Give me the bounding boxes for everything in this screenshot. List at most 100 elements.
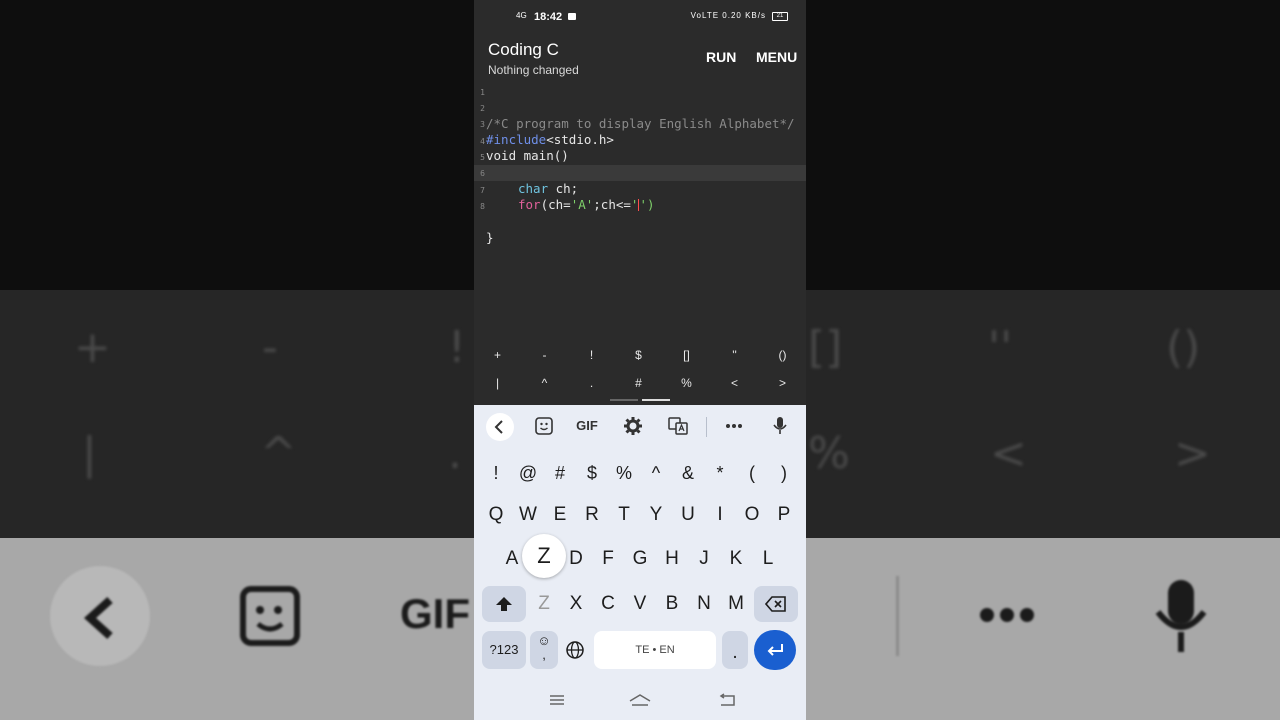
- key[interactable]: O: [736, 497, 768, 533]
- line-number: 1: [480, 88, 485, 97]
- key[interactable]: Y: [640, 497, 672, 533]
- code-line-current: 6 for(ch='A';ch<=''): [474, 165, 806, 212]
- code-line: 8 }: [474, 198, 806, 245]
- key[interactable]: I: [704, 497, 736, 533]
- shift-key[interactable]: [482, 586, 526, 622]
- more-button[interactable]: [719, 415, 749, 437]
- key[interactable]: X: [560, 586, 592, 622]
- symbol-key[interactable]: []: [663, 348, 710, 362]
- symbol-key[interactable]: %: [663, 376, 710, 390]
- line-number: 6: [480, 169, 485, 178]
- code-text: }: [486, 230, 494, 245]
- gif-button[interactable]: GIF: [572, 418, 602, 440]
- bg-symbol: .: [448, 428, 462, 479]
- navigation-bar: [474, 685, 806, 720]
- bg-symbol: '': [988, 322, 1013, 373]
- symbol-key[interactable]: |: [474, 376, 521, 390]
- app-bar: Coding C Nothing changed RUN MENU: [474, 34, 806, 82]
- voice-input-button[interactable]: [765, 415, 795, 437]
- key[interactable]: C: [592, 586, 624, 622]
- translate-button[interactable]: [663, 415, 693, 437]
- symbol-key[interactable]: '': [711, 348, 758, 362]
- key[interactable]: E: [544, 497, 576, 533]
- code-line: 5 char ch;: [474, 149, 806, 196]
- code-line: 3 void main(): [474, 116, 806, 163]
- key[interactable]: (: [736, 455, 768, 491]
- keyboard-back-button[interactable]: [486, 413, 514, 441]
- globe-icon: [566, 641, 584, 659]
- enter-key[interactable]: [754, 630, 796, 670]
- bg-symbol: +: [74, 322, 111, 373]
- home-button[interactable]: [628, 693, 652, 712]
- symbol-key[interactable]: !: [568, 348, 615, 362]
- bg-sticker-icon: [240, 586, 300, 646]
- line-number: 4: [480, 137, 485, 146]
- page-indicator: [610, 399, 638, 401]
- key[interactable]: H: [656, 541, 688, 577]
- key[interactable]: ^: [640, 455, 672, 491]
- back-button[interactable]: [718, 693, 736, 712]
- bg-symbol: %: [808, 428, 850, 479]
- key[interactable]: Z: [528, 586, 560, 622]
- gear-icon: [624, 417, 642, 435]
- symbol-key[interactable]: $: [615, 348, 662, 362]
- key[interactable]: J: [688, 541, 720, 577]
- symbols-key[interactable]: ?123: [482, 631, 526, 669]
- key[interactable]: V: [624, 586, 656, 622]
- symbol-key[interactable]: ^: [521, 376, 568, 390]
- language-key[interactable]: [560, 631, 590, 669]
- menu-button[interactable]: MENU: [756, 49, 797, 65]
- key[interactable]: B: [656, 586, 688, 622]
- key[interactable]: P: [768, 497, 800, 533]
- key[interactable]: R: [576, 497, 608, 533]
- period-key[interactable]: .: [722, 631, 748, 669]
- symbol-key[interactable]: -: [521, 348, 568, 362]
- line-number: 2: [480, 104, 485, 113]
- recents-button[interactable]: [548, 693, 566, 712]
- key[interactable]: !: [480, 455, 512, 491]
- key[interactable]: @: [512, 455, 544, 491]
- key[interactable]: F: [592, 541, 624, 577]
- bg-chevron-left-icon: [84, 597, 113, 639]
- key[interactable]: *: [704, 455, 736, 491]
- backspace-key[interactable]: [754, 586, 798, 622]
- recording-icon: [568, 13, 576, 20]
- emoji-comma-key[interactable]: ☺ ,: [530, 631, 558, 669]
- symbol-key[interactable]: >: [759, 376, 806, 390]
- settings-button[interactable]: [618, 415, 648, 437]
- run-button[interactable]: RUN: [706, 49, 736, 65]
- symbol-key[interactable]: +: [474, 348, 521, 362]
- key[interactable]: M: [720, 586, 752, 622]
- key[interactable]: W: [512, 497, 544, 533]
- space-bar[interactable]: TE • EN: [594, 631, 716, 669]
- code-editor[interactable]: 1 /*C program to display English Alphabe…: [474, 84, 806, 340]
- shift-icon: [496, 596, 512, 611]
- key[interactable]: $: [576, 455, 608, 491]
- key[interactable]: %: [608, 455, 640, 491]
- key[interactable]: K: [720, 541, 752, 577]
- symbol-key[interactable]: #: [615, 376, 662, 390]
- app-subtitle: Nothing changed: [488, 63, 579, 77]
- bg-symbol: ^: [260, 428, 297, 479]
- key[interactable]: #: [544, 455, 576, 491]
- key[interactable]: G: [624, 541, 656, 577]
- key[interactable]: L: [752, 541, 784, 577]
- symbol-key[interactable]: (): [759, 348, 806, 362]
- symbol-bar-row-1: + - ! $ [] '' (): [474, 348, 806, 374]
- key[interactable]: &: [672, 455, 704, 491]
- key[interactable]: U: [672, 497, 704, 533]
- symbol-key[interactable]: <: [711, 376, 758, 390]
- chevron-left-icon: [494, 420, 503, 434]
- back-icon: [719, 693, 735, 706]
- network-indicator: 4G: [516, 11, 527, 20]
- mic-icon: [773, 417, 787, 434]
- sticker-button[interactable]: [529, 415, 559, 437]
- key[interactable]: ): [768, 455, 800, 491]
- menu-lines-icon: [550, 695, 564, 705]
- key[interactable]: Q: [480, 497, 512, 533]
- app-title: Coding C: [488, 40, 559, 59]
- toolbar-divider: [706, 417, 707, 437]
- key[interactable]: T: [608, 497, 640, 533]
- key[interactable]: N: [688, 586, 720, 622]
- symbol-key[interactable]: .: [568, 376, 615, 390]
